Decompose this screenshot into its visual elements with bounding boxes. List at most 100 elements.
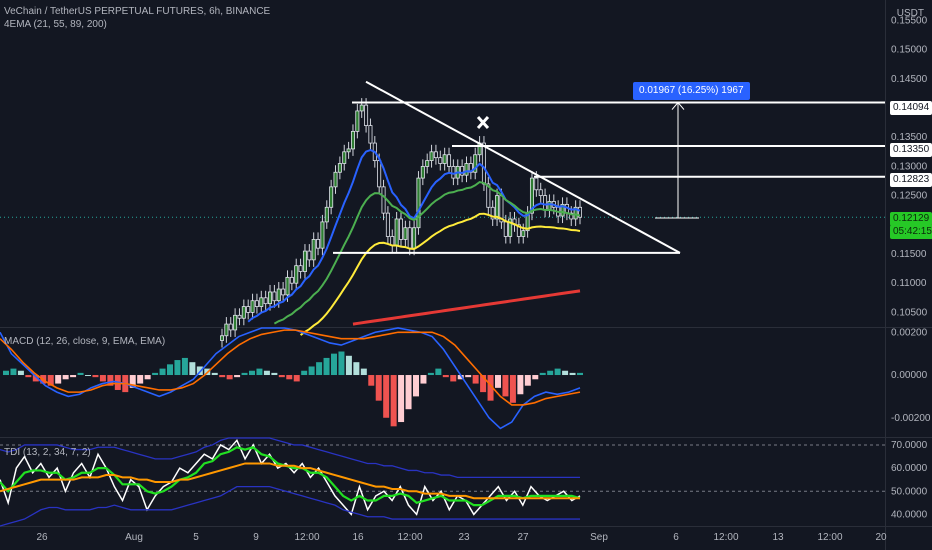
candle-body bbox=[420, 166, 425, 179]
macd-histogram-bar bbox=[211, 372, 218, 376]
candle-body bbox=[268, 291, 273, 305]
candle-body bbox=[246, 306, 251, 313]
macd-histogram-bar bbox=[450, 375, 457, 382]
tdi-y-tick-label: 50.0000 bbox=[891, 486, 928, 497]
candle-body bbox=[364, 104, 369, 126]
macd-histogram-bar bbox=[278, 375, 285, 378]
macd-histogram-bar bbox=[427, 372, 434, 376]
y-tick-label: 0.13500 bbox=[891, 132, 928, 143]
y-tick-label: 0.12500 bbox=[891, 191, 928, 202]
tdi-pane-label: TDI (13, 2, 34, 7, 2) bbox=[4, 447, 91, 458]
macd-histogram-bar bbox=[10, 368, 17, 376]
x-tick-label: 13 bbox=[772, 532, 784, 543]
symbol-title: VeChain / TetherUS PERPETUAL FUTURES, 6h… bbox=[4, 6, 271, 17]
macd-histogram-bar bbox=[532, 375, 539, 380]
macd-histogram-bar bbox=[249, 370, 255, 376]
x-tick-label: 26 bbox=[36, 532, 48, 543]
x-tick-label: 23 bbox=[458, 532, 470, 543]
macd-histogram-bar bbox=[256, 368, 263, 376]
macd-histogram-bar bbox=[226, 375, 233, 380]
measure-tooltip[interactable]: 0.01967 (16.25%) 1967 bbox=[633, 82, 750, 100]
macd-histogram-bar bbox=[547, 370, 554, 376]
x-tick-label: 12:00 bbox=[713, 532, 738, 543]
candle-body bbox=[495, 195, 500, 220]
macd-histogram-bar bbox=[293, 375, 300, 382]
candle-body bbox=[307, 250, 312, 261]
candle-body bbox=[377, 160, 382, 188]
macd-histogram-bar bbox=[55, 375, 62, 384]
x-tick-label: 12:00 bbox=[294, 532, 319, 543]
x-tick-label: 9 bbox=[253, 532, 259, 543]
macd-histogram-bar bbox=[562, 370, 569, 376]
price-badge-3: 0.12823 bbox=[890, 173, 932, 187]
candle-body bbox=[521, 230, 526, 237]
candle-body bbox=[425, 160, 430, 167]
chart-legend: VeChain / TetherUS PERPETUAL FUTURES, 6h… bbox=[4, 5, 270, 31]
macd-histogram-bar bbox=[99, 375, 106, 382]
y-tick-label: 0.13000 bbox=[891, 161, 928, 172]
candle-body bbox=[342, 151, 347, 164]
countdown-badge: 05:42:15 bbox=[890, 225, 932, 239]
y-tick-label: 0.15000 bbox=[891, 45, 928, 56]
candle-body bbox=[433, 151, 438, 159]
x-tick-label: Sep bbox=[590, 532, 608, 543]
macd-y-tick-label: 0.00200 bbox=[891, 327, 928, 338]
macd-histogram-bar bbox=[323, 357, 330, 376]
macd-histogram-bar bbox=[539, 372, 546, 376]
macd-histogram-bar bbox=[398, 375, 405, 423]
macd-histogram-bar bbox=[174, 360, 181, 376]
macd-histogram-bar bbox=[502, 375, 509, 397]
candle-body bbox=[438, 157, 443, 164]
candle-body bbox=[298, 265, 303, 272]
candle-body bbox=[385, 212, 390, 237]
x-tick-label: 16 bbox=[352, 532, 364, 543]
price-badge-1: 0.14094 bbox=[890, 101, 932, 115]
candle-body bbox=[224, 323, 229, 337]
macd-histogram-bar bbox=[375, 375, 382, 401]
candle-body bbox=[311, 239, 316, 261]
x-tick-label: 27 bbox=[517, 532, 529, 543]
candle-body bbox=[407, 227, 412, 249]
candle-body bbox=[464, 163, 469, 176]
candle-body bbox=[346, 148, 351, 153]
tdi-y-tick-label: 40.0000 bbox=[891, 509, 928, 520]
macd-histogram-bar bbox=[152, 372, 159, 376]
ema-legend: 4EMA (21, 55, 89, 200) bbox=[4, 19, 107, 30]
candle-body bbox=[324, 206, 329, 223]
macd-histogram-bar bbox=[316, 362, 323, 376]
candle-body bbox=[412, 227, 417, 249]
x-tick-label: Aug bbox=[125, 532, 143, 543]
y-tick-label: 0.11000 bbox=[891, 278, 927, 289]
macd-histogram-bar bbox=[405, 375, 412, 410]
macd-histogram-bar bbox=[159, 368, 166, 376]
macd-histogram-bar bbox=[331, 353, 337, 376]
x-tick-label: 5 bbox=[193, 532, 199, 543]
candle-body bbox=[316, 239, 321, 249]
currency-label: USDT bbox=[896, 8, 924, 19]
chart-canvas[interactable]: 0.155000.150000.145000.140000.135000.130… bbox=[0, 0, 932, 550]
candle-body bbox=[241, 306, 246, 319]
candle-body bbox=[294, 265, 299, 284]
macd-histogram-bar bbox=[509, 375, 516, 403]
x-tick-label: 6 bbox=[673, 532, 679, 543]
candle-body bbox=[329, 186, 334, 208]
tdi-y-tick-label: 60.0000 bbox=[891, 463, 928, 474]
candle-body bbox=[390, 236, 395, 246]
candle-body bbox=[355, 110, 360, 132]
macd-histogram-bar bbox=[442, 375, 449, 378]
candle-body bbox=[263, 297, 268, 305]
candle-body bbox=[394, 218, 399, 246]
macd-histogram-bar bbox=[167, 364, 173, 376]
macd-histogram-bar bbox=[17, 370, 24, 376]
macd-histogram-bar bbox=[360, 368, 367, 376]
macd-histogram-bar bbox=[85, 375, 91, 377]
candle-body bbox=[276, 288, 281, 302]
macd-histogram-bar bbox=[517, 375, 524, 395]
macd-histogram-bar bbox=[368, 375, 375, 386]
macd-histogram-bar bbox=[234, 375, 241, 378]
macd-histogram-bar bbox=[524, 375, 531, 386]
candle-body bbox=[333, 171, 338, 188]
macd-histogram-bar bbox=[137, 375, 144, 384]
macd-histogram-bar bbox=[3, 370, 9, 376]
candle-body bbox=[289, 276, 294, 284]
